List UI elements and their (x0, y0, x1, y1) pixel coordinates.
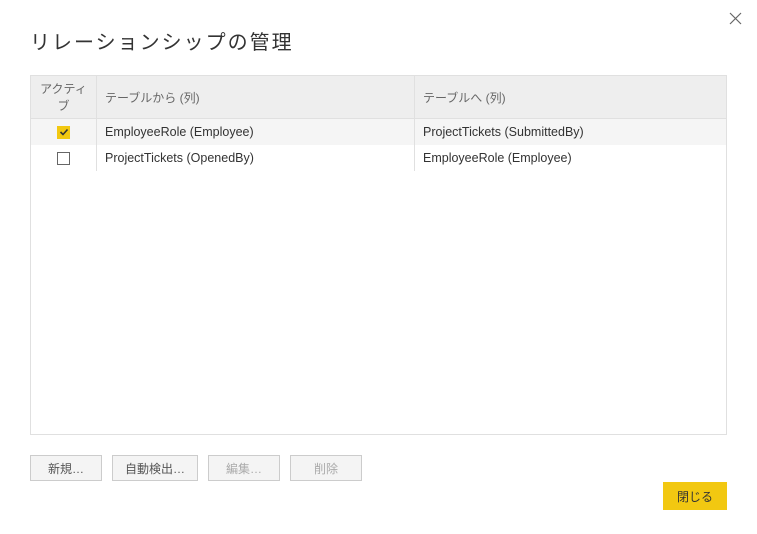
to-cell: EmployeeRole (Employee) (415, 145, 726, 171)
autodetect-button[interactable]: 自動検出… (112, 455, 198, 481)
action-button-bar: 新規… 自動検出… 編集… 削除 (0, 435, 757, 481)
from-cell: ProjectTickets (OpenedBy) (97, 145, 415, 171)
close-button[interactable]: 閉じる (663, 482, 727, 510)
relationships-table: アクティブ テーブルから (列) テーブルへ (列) EmployeeRole … (30, 75, 727, 435)
table-row[interactable]: EmployeeRole (Employee)ProjectTickets (S… (31, 119, 726, 145)
close-icon[interactable] (725, 8, 745, 28)
header-from: テーブルから (列) (97, 76, 415, 119)
table-body: EmployeeRole (Employee)ProjectTickets (S… (31, 119, 726, 434)
dialog-title: リレーションシップの管理 (0, 0, 757, 75)
header-active: アクティブ (31, 76, 97, 119)
active-checkbox[interactable] (57, 152, 70, 165)
manage-relationships-dialog: リレーションシップの管理 アクティブ テーブルから (列) テーブルへ (列) … (0, 0, 757, 534)
delete-button[interactable]: 削除 (290, 455, 362, 481)
dialog-footer: 閉じる (663, 482, 727, 510)
edit-button[interactable]: 編集… (208, 455, 280, 481)
table-row[interactable]: ProjectTickets (OpenedBy)EmployeeRole (E… (31, 145, 726, 171)
new-button[interactable]: 新規… (30, 455, 102, 481)
active-checkbox[interactable] (57, 126, 70, 139)
header-to: テーブルへ (列) (415, 76, 727, 119)
table-header-row: アクティブ テーブルから (列) テーブルへ (列) (31, 76, 727, 119)
from-cell: EmployeeRole (Employee) (97, 119, 415, 145)
to-cell: ProjectTickets (SubmittedBy) (415, 119, 726, 145)
